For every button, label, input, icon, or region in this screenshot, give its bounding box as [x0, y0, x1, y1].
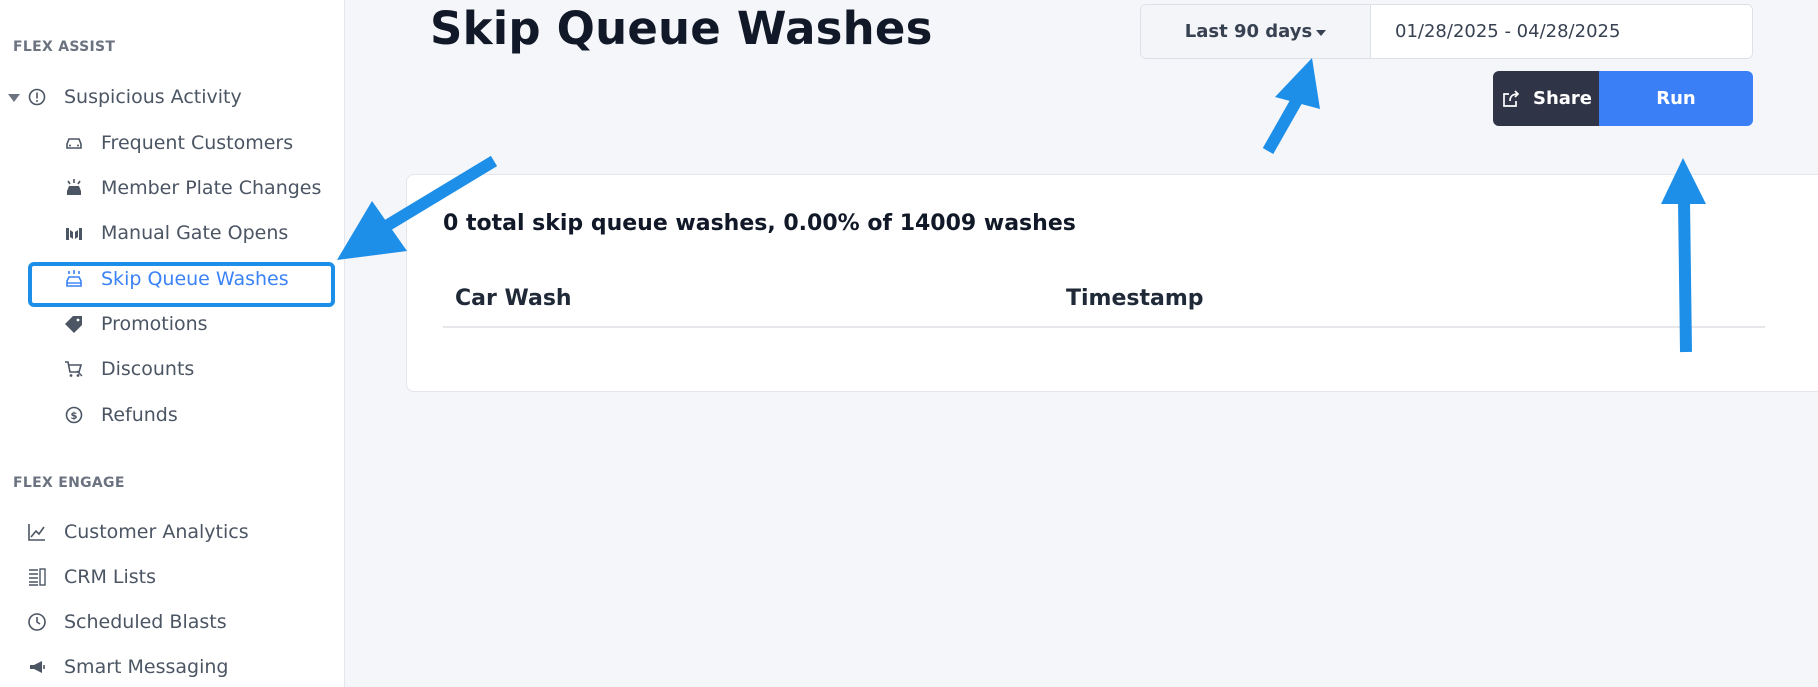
date-range-input[interactable]	[1371, 5, 1752, 58]
sidebar-item-label: Refunds	[101, 404, 178, 426]
car-wash-icon	[63, 268, 85, 290]
sidebar-item-refunds[interactable]: $ Refunds	[63, 395, 178, 435]
caret-down-icon	[1316, 29, 1327, 36]
sidebar-item-label: Customer Analytics	[64, 521, 249, 543]
sidebar-item-discounts[interactable]: Discounts	[63, 349, 194, 389]
car-alert-icon	[63, 177, 85, 199]
sidebar-item-label: Smart Messaging	[64, 656, 229, 678]
sidebar-item-crm-lists[interactable]: CRM Lists	[26, 557, 156, 597]
megaphone-icon	[26, 656, 48, 678]
sidebar-item-label: Promotions	[101, 313, 208, 335]
alert-circle-icon	[26, 86, 48, 108]
run-button[interactable]: Run	[1599, 71, 1753, 126]
sidebar-item-scheduled-blasts[interactable]: Scheduled Blasts	[26, 602, 227, 642]
refund-icon: $	[63, 404, 85, 426]
section-label-flex-assist: FLEX ASSIST	[13, 39, 116, 55]
list-icon	[26, 566, 48, 588]
column-header-timestamp[interactable]: Timestamp	[1066, 286, 1204, 311]
column-header-car-wash[interactable]: Car Wash	[455, 286, 572, 311]
collapse-caret-icon[interactable]	[7, 92, 21, 104]
sidebar-item-label: Suspicious Activity	[64, 86, 242, 108]
report-table: Car Wash Timestamp	[443, 280, 1765, 328]
sidebar-item-manual-gate-opens[interactable]: Manual Gate Opens	[63, 213, 288, 253]
chart-line-icon	[26, 521, 48, 543]
sidebar-item-label: Scheduled Blasts	[64, 611, 227, 633]
date-range-select-label: Last 90 days	[1184, 21, 1313, 42]
sidebar: FLEX ASSIST Suspicious Activity Frequent…	[0, 0, 345, 687]
sidebar-item-member-plate-changes[interactable]: Member Plate Changes	[63, 168, 321, 208]
share-icon	[1501, 89, 1533, 109]
sidebar-item-label: Frequent Customers	[101, 132, 294, 154]
sidebar-item-label: Discounts	[101, 358, 195, 380]
sidebar-item-customer-analytics[interactable]: Customer Analytics	[26, 512, 249, 552]
sidebar-item-label: Skip Queue Washes	[101, 268, 289, 290]
tag-icon	[63, 313, 85, 335]
gate-icon	[63, 222, 85, 244]
date-range-group: Last 90 days	[1140, 4, 1753, 59]
page-title: Skip Queue Washes	[430, 2, 933, 55]
sidebar-item-promotions[interactable]: Promotions	[63, 304, 208, 344]
sidebar-item-label: CRM Lists	[64, 566, 157, 588]
section-label-flex-engage: FLEX ENGAGE	[13, 475, 125, 491]
date-range-select[interactable]: Last 90 days	[1141, 5, 1371, 58]
sidebar-item-skip-queue-washes[interactable]: Skip Queue Washes	[63, 259, 289, 299]
sidebar-item-frequent-customers[interactable]: Frequent Customers	[63, 123, 293, 163]
arrow-to-range-select	[1262, 58, 1320, 154]
share-button[interactable]: Share	[1493, 71, 1600, 126]
cart-discount-icon	[63, 358, 85, 380]
report-summary: 0 total skip queue washes, 0.00% of 1400…	[443, 211, 1076, 236]
share-button-label: Share	[1532, 88, 1592, 109]
sidebar-item-smart-messaging[interactable]: Smart Messaging	[26, 647, 228, 687]
sidebar-item-suspicious-activity[interactable]: Suspicious Activity	[26, 77, 242, 117]
sidebar-item-label: Member Plate Changes	[101, 177, 322, 199]
sidebar-item-label: Manual Gate Opens	[101, 222, 289, 244]
clock-icon	[26, 611, 48, 633]
run-button-label: Run	[1656, 88, 1696, 109]
svg-text:$: $	[71, 411, 78, 422]
report-card: 0 total skip queue washes, 0.00% of 1400…	[406, 174, 1818, 392]
car-icon	[63, 132, 85, 154]
